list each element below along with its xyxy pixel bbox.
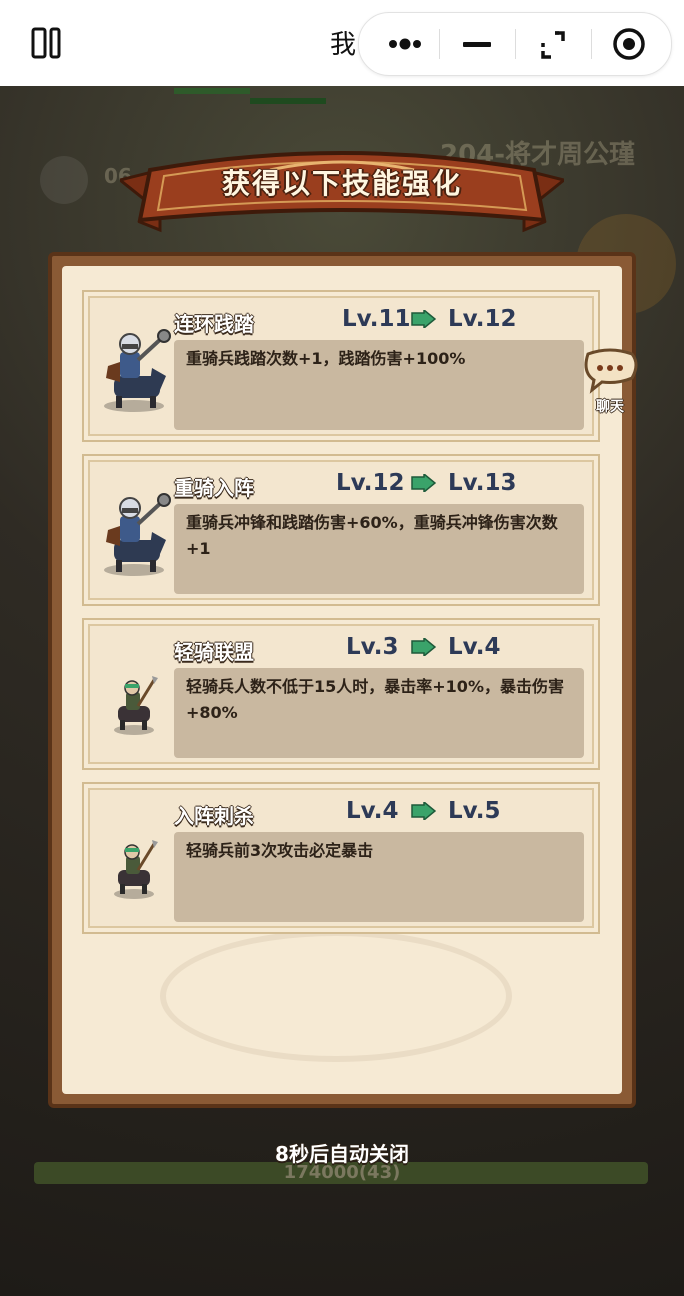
banner-title: 获得以下技能强化 [221, 167, 462, 200]
reward-banner: 获得以下技能强化 [120, 140, 564, 240]
pause-icon[interactable] [40, 156, 88, 204]
enemy-hp-bar [250, 98, 326, 104]
capsule-menu [358, 12, 672, 76]
skill-description: 重骑兵践踏次数+1，践踏伤害+100% [174, 340, 584, 430]
level-from: Lv.11 [342, 306, 411, 332]
close-program-icon[interactable] [591, 13, 667, 75]
skill-name: 入阵刺杀 [174, 804, 254, 828]
light-cavalry-icon [94, 810, 174, 910]
skill-name: 连环践踏 [174, 312, 254, 336]
float-window-icon[interactable] [515, 13, 591, 75]
skill-card[interactable]: 轻骑联盟 Lv.3 Lv.4 轻骑兵人数不低于15人时，暴击率+10%，暴击伤害… [82, 618, 600, 770]
level-from: Lv.12 [336, 470, 405, 496]
nav-title: 我 [330, 30, 357, 60]
skill-description: 重骑兵冲锋和践踏伤害+60%，重骑兵冲锋伤害次数+1 [174, 504, 584, 594]
chat-bubble-icon [584, 348, 638, 394]
sidebar-toggle-icon[interactable] [30, 26, 64, 60]
chat-label: 聊天 [596, 399, 624, 415]
skill-card[interactable]: 连环践踏 Lv.11 Lv.12 重骑兵践踏次数+1，践踏伤害+100% [82, 290, 600, 442]
level-arrow-icon [410, 472, 437, 494]
heavy-cavalry-icon [94, 318, 174, 418]
panel-ornament [160, 930, 512, 1062]
level-to: Lv.12 [448, 306, 517, 332]
skill-name: 轻骑联盟 [174, 640, 254, 664]
auto-close-text: 8秒后自动关闭 [275, 1142, 409, 1166]
enemy-hp-bar [174, 88, 250, 94]
level-to: Lv.4 [448, 634, 501, 660]
level-arrow-icon [410, 308, 437, 330]
skill-description: 轻骑兵前3次攻击必定暴击 [174, 832, 584, 922]
heavy-cavalry-icon [94, 482, 174, 582]
skill-description: 轻骑兵人数不低于15人时，暴击率+10%，暴击伤害+80% [174, 668, 584, 758]
minimize-icon[interactable] [439, 13, 515, 75]
skill-card[interactable]: 重骑入阵 Lv.12 Lv.13 重骑兵冲锋和践踏伤害+60%，重骑兵冲锋伤害次… [82, 454, 600, 606]
level-to: Lv.5 [448, 798, 501, 824]
level-arrow-icon [410, 800, 437, 822]
chat-button[interactable]: 聊天 [578, 348, 642, 422]
level-from: Lv.3 [346, 634, 399, 660]
level-to: Lv.13 [448, 470, 517, 496]
level-arrow-icon [410, 636, 437, 658]
light-cavalry-icon [94, 646, 174, 746]
more-options-icon[interactable] [367, 13, 443, 75]
mini-program-nav-bar: 我 [0, 0, 684, 87]
skill-card[interactable]: 入阵刺杀 Lv.4 Lv.5 轻骑兵前3次攻击必定暴击 [82, 782, 600, 934]
level-from: Lv.4 [346, 798, 399, 824]
skill-name: 重骑入阵 [174, 476, 254, 500]
